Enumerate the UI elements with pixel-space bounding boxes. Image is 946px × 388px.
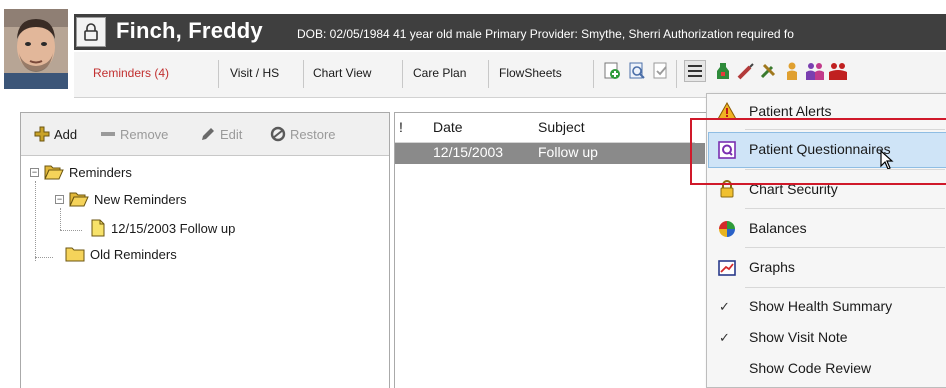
visit-hs-button[interactable]: Visit / HS [230,66,279,80]
tree-label: Old Reminders [90,246,177,262]
menu-item-label: Show Health Summary [749,298,893,314]
toolbar-divider [488,60,489,88]
chart-lock-button[interactable] [76,17,106,47]
collapse-toggle[interactable]: − [30,167,39,177]
menu-item-balances[interactable] [707,211,946,247]
hamburger-menu-icon[interactable] [684,60,706,82]
row-date: 12/15/2003 [433,144,504,160]
menu-separator [745,287,945,288]
restore-button[interactable]: Restore [270,126,336,142]
tree-node-reminder-item[interactable]: 12/15/2003 Follow up [90,219,235,237]
people-icon[interactable] [804,60,826,82]
highlight-callout-box [690,118,946,185]
person-icon[interactable] [781,60,803,82]
toolbar-divider [303,60,304,88]
menu-item-label: Show Code Review [749,360,872,376]
patient-demographics: DOB: 02/05/1984 41 year old male Primary… [297,27,794,41]
bottle-icon[interactable] [712,60,734,82]
tree-connector [60,230,82,231]
search-document-icon[interactable] [626,60,648,82]
menu-separator [745,247,945,248]
row-subject: Follow up [538,144,598,160]
tree-node-new-reminders[interactable]: − New Reminders [55,191,186,207]
restore-label: Restore [290,126,336,142]
lock-icon [84,23,98,41]
chart-view-button[interactable]: Chart View [313,66,371,80]
tree-node-reminders[interactable]: − Reminders [30,164,132,180]
tree-label: New Reminders [94,191,187,207]
document-icon [91,219,105,237]
tree-connector [35,257,53,258]
group-icon[interactable] [827,60,849,82]
tools-icon[interactable] [757,60,779,82]
reminders-tab[interactable]: Reminders (4) [93,66,169,80]
plus-icon [34,126,50,142]
toolbar-divider [218,60,219,88]
toolbar-divider [593,60,594,88]
add-label: Add [54,126,78,142]
minus-icon [101,132,115,136]
checkmark-icon: ✓ [719,330,730,345]
column-header-date[interactable]: Date [433,119,463,135]
tree-node-old-reminders[interactable]: Old Reminders [65,246,177,262]
toolbar-divider [402,60,403,88]
syringe-icon[interactable] [734,60,756,82]
patient-name: Finch, Freddy [116,18,263,43]
tree-label: 12/15/2003 Follow up [111,220,236,236]
tree-connector [35,181,36,261]
check-document-icon[interactable] [650,60,672,82]
remove-button[interactable]: Remove [100,126,168,142]
patient-photo [4,9,68,89]
collapse-toggle[interactable]: − [55,194,64,204]
menu-item-label: Graphs [749,259,795,275]
flowsheets-button[interactable]: FlowSheets [499,66,562,80]
care-plan-button[interactable]: Care Plan [413,66,466,80]
tree-connector [60,208,61,230]
restore-icon [270,126,286,142]
add-button[interactable]: Add [34,126,77,142]
column-header-subject[interactable]: Subject [538,119,585,135]
pencil-icon [202,128,214,140]
menu-item-label: Patient Alerts [749,103,832,119]
folder-icon [65,247,85,262]
remove-label: Remove [120,126,169,142]
add-document-icon[interactable] [601,60,623,82]
graphs-icon [717,258,737,278]
menu-item-label: Show Visit Note [749,329,848,345]
open-folder-icon [69,192,89,207]
open-folder-icon [44,165,64,180]
toolbar-divider [676,60,677,88]
menu-separator [745,208,945,209]
tree-label: Reminders [69,164,132,180]
balances-pie-icon [717,219,737,239]
checkmark-icon: ✓ [719,299,730,314]
edit-label: Edit [220,126,243,142]
menu-item-graphs[interactable] [707,250,946,286]
menu-item-label: Balances [749,220,807,236]
edit-button[interactable]: Edit [200,126,242,142]
column-header-priority[interactable]: ! [399,119,403,135]
